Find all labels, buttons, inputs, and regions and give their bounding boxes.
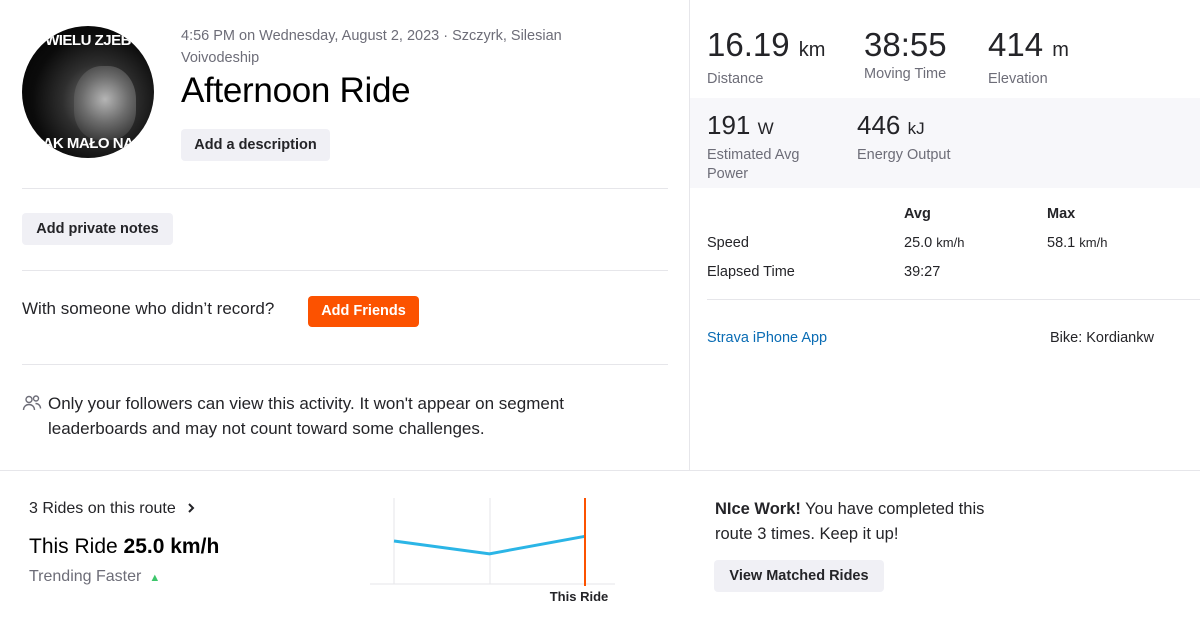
add-private-notes-button[interactable]: Add private notes bbox=[22, 213, 173, 245]
elevation-label: Elevation bbox=[988, 71, 1048, 87]
this-ride-value: 25.0 km/h bbox=[123, 535, 220, 558]
divider bbox=[22, 188, 668, 189]
distance-unit: km bbox=[798, 39, 826, 61]
this-ride-prefix: This Ride bbox=[29, 535, 118, 558]
add-description-button[interactable]: Add a description bbox=[181, 129, 330, 161]
rides-on-route-text: 3 Rides on this route bbox=[29, 500, 176, 517]
rides-on-route-link[interactable]: 3 Rides on this route bbox=[29, 500, 196, 518]
column-divider bbox=[689, 0, 690, 470]
avg-header: Avg bbox=[904, 206, 931, 222]
moving-time-value: 38:55 bbox=[864, 26, 947, 63]
section-divider bbox=[0, 470, 1200, 471]
activity-meta: 4:56 PM on Wednesday, August 2, 2023 · S… bbox=[181, 28, 562, 66]
energy-label: Energy Output bbox=[857, 147, 951, 163]
energy-value: 446 bbox=[857, 110, 901, 140]
divider bbox=[22, 270, 668, 271]
avatar-caption-top: WIELU ZJEB bbox=[45, 32, 131, 49]
energy-stat: 446 kJ Energy Output bbox=[857, 110, 951, 165]
route-message-bold: NIce Work! bbox=[715, 500, 801, 518]
bike-name: Bike: Kordiankw bbox=[1050, 330, 1154, 346]
privacy-text: Only your followers can view this activi… bbox=[48, 394, 564, 438]
trend-up-icon: ▲ bbox=[149, 572, 161, 584]
device-app-link[interactable]: Strava iPhone App bbox=[707, 330, 827, 346]
route-message: NIce Work! You have completed this route… bbox=[715, 497, 1015, 547]
avatar-caption-bottom: AK MAŁO NA bbox=[42, 135, 134, 152]
distance-label: Distance bbox=[707, 71, 764, 87]
followers-icon bbox=[22, 395, 42, 411]
distance-value: 16.19 bbox=[707, 26, 790, 63]
elevation-value: 414 bbox=[988, 26, 1044, 63]
power-label: Estimated Avg Power bbox=[707, 147, 800, 182]
elevation-stat: 414 m Elevation bbox=[988, 27, 1069, 89]
distance-stat: 16.19 km Distance bbox=[707, 27, 825, 89]
view-matched-rides-button[interactable]: View Matched Rides bbox=[714, 560, 884, 592]
power-value: 191 bbox=[707, 110, 751, 140]
route-speed-chart: This Ride bbox=[370, 498, 615, 604]
avatar-photo bbox=[74, 66, 136, 140]
speed-avg: 25.0 km/h bbox=[904, 235, 965, 251]
divider bbox=[707, 299, 1200, 300]
elevation-unit: m bbox=[1052, 39, 1069, 61]
with-someone-text: With someone who didn’t record? bbox=[22, 299, 275, 318]
this-ride-marker-label: This Ride bbox=[550, 589, 609, 604]
power-stat: 191 W Estimated Avg Power bbox=[707, 110, 837, 184]
moving-time-label: Moving Time bbox=[864, 66, 947, 82]
moving-time-stat: 38:55 Moving Time bbox=[864, 27, 947, 84]
power-unit: W bbox=[757, 119, 774, 138]
elapsed-time-label: Elapsed Time bbox=[707, 264, 795, 280]
speed-label: Speed bbox=[707, 235, 749, 251]
trend-indicator: Trending Faster ▲ bbox=[29, 568, 160, 586]
add-friends-button[interactable]: Add Friends bbox=[308, 296, 419, 327]
this-ride-speed: This Ride 25.0 km/h bbox=[29, 535, 219, 559]
athlete-avatar[interactable]: WIELU ZJEB AK MAŁO NA bbox=[22, 26, 154, 158]
chevron-right-icon bbox=[188, 503, 195, 513]
divider bbox=[22, 364, 668, 365]
activity-title: Afternoon Ride bbox=[181, 71, 411, 110]
speed-max: 58.1 km/h bbox=[1047, 235, 1108, 251]
energy-unit: kJ bbox=[907, 119, 925, 138]
elapsed-time-value: 39:27 bbox=[904, 264, 941, 280]
max-header: Max bbox=[1047, 206, 1076, 222]
trend-text: Trending Faster bbox=[29, 568, 142, 585]
